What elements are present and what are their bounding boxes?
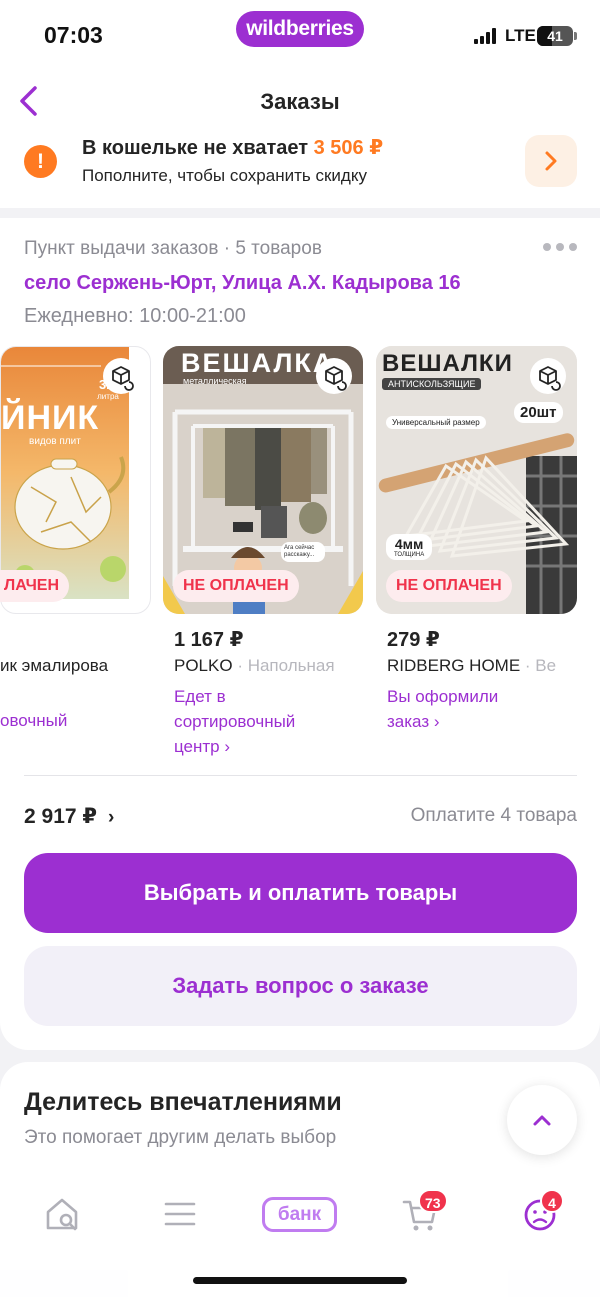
ask-question-button[interactable]: Задать вопрос о заказе [24,946,577,1026]
thickness-value: 4мм [394,536,424,552]
page-title: Заказы [260,89,340,114]
cart-count-badge: 73 [418,1189,448,1213]
nav-bank[interactable]: банк [262,1197,337,1232]
signal-icon [474,28,496,44]
product-image-title: ВЕШАЛКА [181,348,335,378]
chevron-right-icon[interactable]: › [108,807,114,829]
pickup-hours: Ежедневно: 10:00-21:00 [24,305,246,327]
box-return-icon [112,366,134,391]
return-icon[interactable] [103,358,139,394]
thickness-label: ТОЛЩИНА [394,552,425,558]
status-bar: 07:03 wildberries LTE 41 [0,0,600,70]
product-image-subtitle: видов плит [29,436,81,447]
product-image-subtitle: АНТИСКОЛЬЗЯЩИЕ [382,378,482,390]
product-image-thickness: 4мм ТОЛЩИНА [386,534,433,560]
unpaid-badge: НЕ ОПЛАЧЕН [386,570,512,602]
product-name[interactable]: ик эмалирова [0,656,140,676]
wallet-topup-button[interactable] [525,135,577,187]
product-brand: RIDBERG HOME [387,656,521,675]
product-status[interactable]: овочный [0,708,140,733]
clock: 07:03 [44,22,103,48]
product-name-text: · Ве [520,656,557,675]
unpaid-badge: ЛАЧЕН [0,570,70,602]
wallet-alert-prefix: В кошельке не хватает [82,137,309,159]
brand-logo: wildberries [236,11,364,47]
select-and-pay-button[interactable]: Выбрать и оплатить товары [24,853,577,933]
product-name-text: · Напольная [232,656,335,675]
product-image-title: ЙНИК [1,399,100,437]
product-name-text: ик эмалирова [0,656,109,675]
battery-tip [574,32,577,40]
exclamation-icon: ! [24,145,57,178]
battery-level: 41 [547,28,563,44]
home-search-icon [46,1198,78,1231]
pickup-label: Пункт выдачи заказов · 5 товаров [24,238,322,259]
product-status[interactable]: Едет в сортировочный центр › [174,684,344,759]
pay-hint: Оплатите 4 товара [410,805,577,826]
wallet-alert-amount: 3 506 ₽ [313,137,384,159]
product-price: 1 167 ₽ [174,629,244,651]
reviews-subtitle: Это помогает другим делать выбор [24,1127,337,1148]
product-image-subtitle: металлическая [183,376,247,386]
chevron-left-icon [20,86,37,116]
unpaid-badge: НЕ ОПЛАЧЕН [173,570,299,602]
nav-catalog[interactable] [158,1192,202,1236]
network-type: LTE [505,26,536,45]
home-indicator [193,1277,407,1284]
product-price: 279 ₽ [387,629,440,651]
product-name[interactable]: RIDBERG HOME · Ве [387,656,577,676]
menu-icon [164,1202,196,1226]
product-image-note: Универсальный размер [386,416,486,429]
divider [24,775,577,776]
section-divider [0,208,600,218]
box-return-icon [325,366,347,391]
return-icon[interactable] [316,358,352,394]
chevron-up-icon [533,1115,551,1126]
nav-home[interactable] [40,1192,84,1236]
product-status[interactable]: Вы оформили заказ › [387,684,537,734]
scroll-up-button[interactable] [507,1085,577,1155]
box-return-icon [539,366,561,391]
reviews-title: Делитесь впечатлениями [24,1088,342,1116]
wallet-alert-subtitle: Пополните, чтобы сохранить скидку [82,166,367,185]
chevron-right-icon [545,151,557,171]
battery-icon: 41 [537,26,573,46]
more-options-icon[interactable] [543,243,577,253]
product-image-tag: 20шт [514,402,563,423]
pickup-address[interactable]: село Сержень-Юрт, Улица А.Х. Кадырова 16 [24,272,461,295]
product-image-title: ВЕШАЛКИ [382,350,513,377]
profile-count-badge: 4 [540,1189,564,1213]
return-icon[interactable] [530,358,566,394]
wallet-alert-title: В кошельке не хватает 3 506 ₽ [82,135,383,160]
product-image-bubble: Ага сейчас расскажу... [281,542,325,562]
order-total[interactable]: 2 917 ₽ [24,804,97,829]
product-brand: POLKO [174,656,233,675]
product-name[interactable]: POLKO · Напольная [174,656,352,676]
back-button[interactable] [14,84,44,118]
